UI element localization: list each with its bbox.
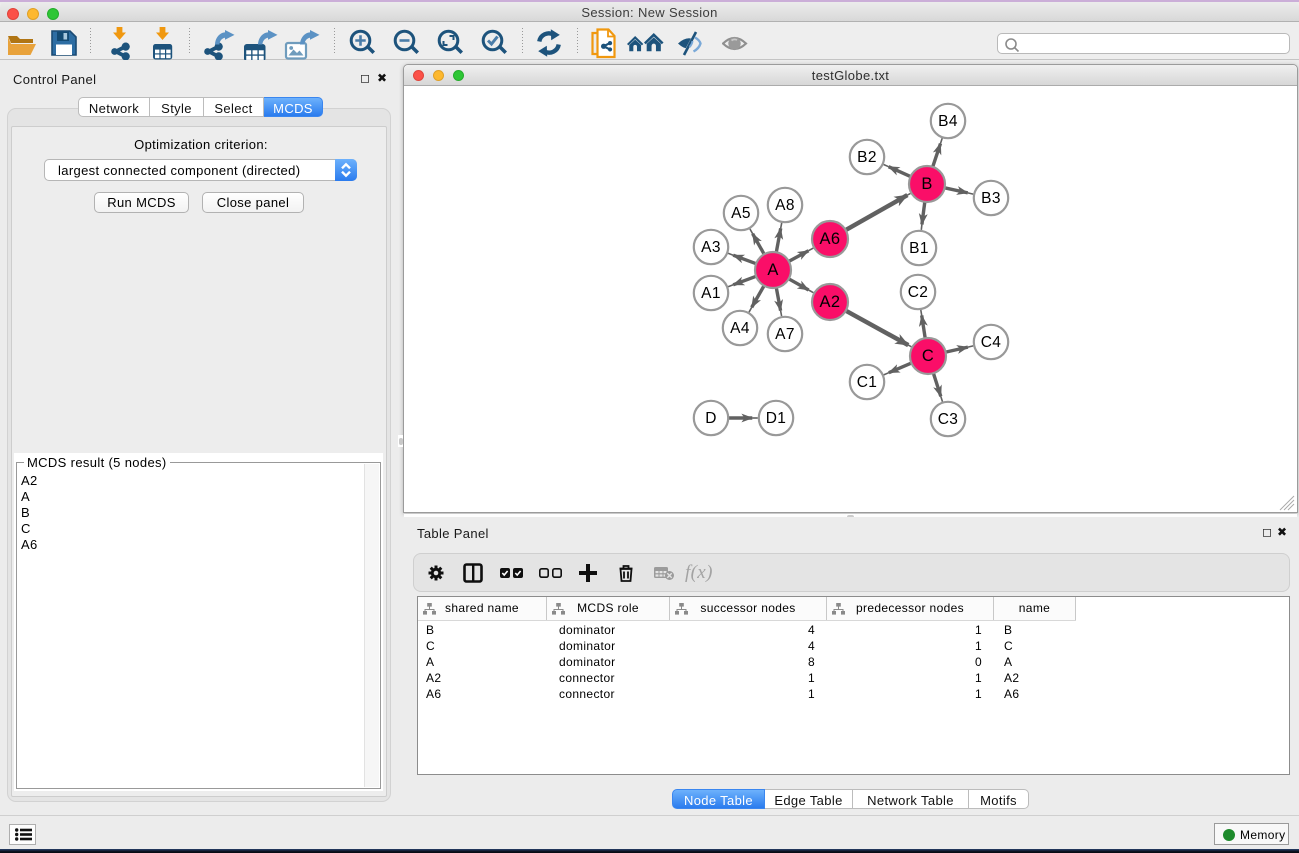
svg-text:B3: B3 — [981, 190, 1001, 207]
svg-text:B4: B4 — [938, 113, 958, 130]
svg-text:A2: A2 — [820, 293, 841, 311]
svg-text:A4: A4 — [730, 320, 750, 337]
svg-text:B2: B2 — [857, 149, 877, 166]
svg-text:A: A — [767, 261, 778, 279]
svg-text:C4: C4 — [981, 334, 1002, 351]
svg-text:C3: C3 — [938, 411, 959, 428]
svg-text:C1: C1 — [857, 374, 878, 391]
svg-text:A1: A1 — [701, 285, 721, 302]
svg-text:A7: A7 — [775, 326, 795, 343]
svg-text:C: C — [922, 347, 934, 365]
svg-text:C2: C2 — [908, 284, 929, 301]
svg-text:D1: D1 — [766, 410, 787, 427]
svg-text:B: B — [921, 175, 932, 193]
svg-text:A8: A8 — [775, 197, 795, 214]
svg-text:A3: A3 — [701, 239, 721, 256]
svg-text:A5: A5 — [731, 205, 751, 222]
svg-text:A6: A6 — [820, 230, 841, 248]
svg-text:B1: B1 — [909, 240, 929, 257]
svg-text:D: D — [705, 410, 717, 427]
